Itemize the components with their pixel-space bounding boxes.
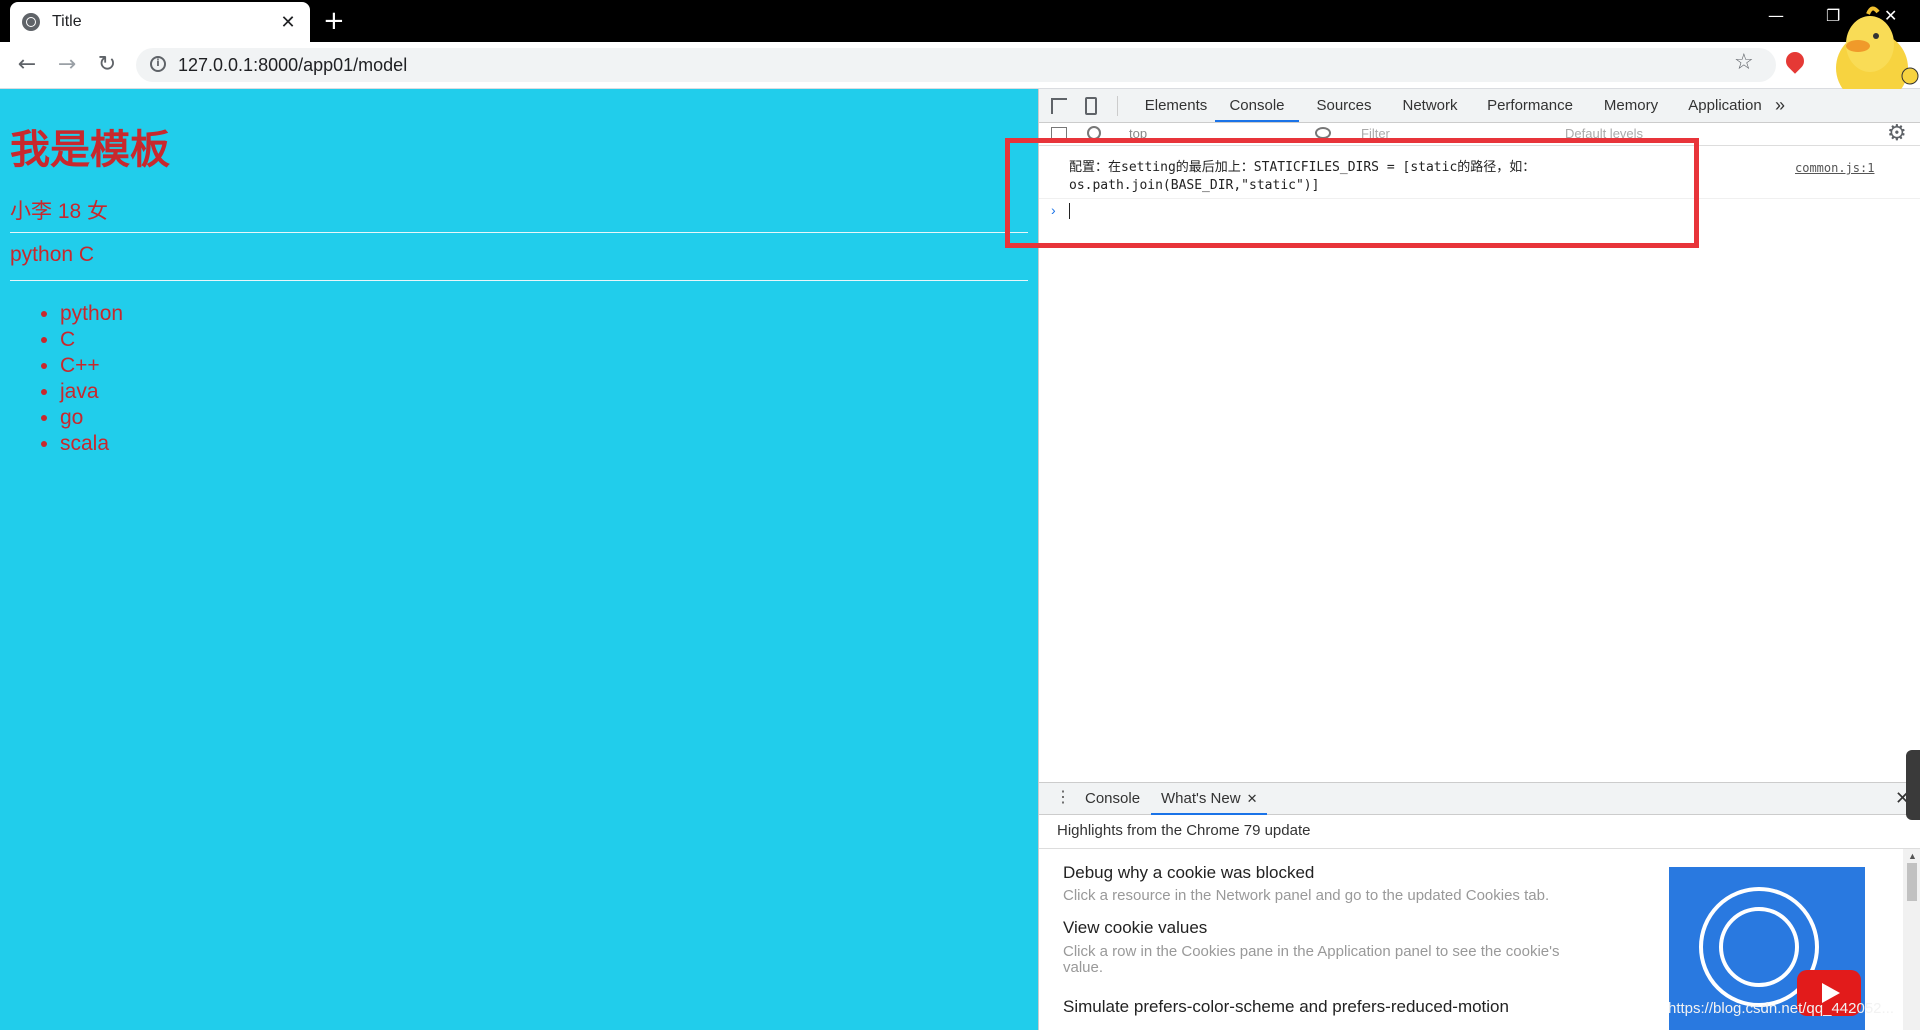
scrollbar[interactable]: ▲	[1903, 849, 1920, 1030]
bookmark-star-icon[interactable]: ☆	[1734, 50, 1754, 75]
tab-close-icon[interactable]: ✕	[278, 12, 298, 33]
watermark: https://blog.csdn.net/qq_442052...	[1668, 1000, 1895, 1017]
list-item: go	[60, 405, 123, 431]
tab-sources[interactable]: Sources	[1303, 89, 1385, 122]
tab-performance[interactable]: Performance	[1475, 89, 1585, 122]
separator	[1117, 96, 1118, 116]
info-icon[interactable]: i	[150, 56, 166, 72]
drawer-tabbar: ⋮ Console What's New ✕ ✕	[1039, 782, 1920, 815]
whats-new-item-title[interactable]: Debug why a cookie was blocked	[1063, 863, 1314, 883]
whats-new-item-desc: Click a resource in the Network panel an…	[1063, 887, 1550, 904]
address-bar[interactable]: i 127.0.0.1:8000/app01/model	[136, 48, 1776, 82]
globe-icon	[22, 13, 40, 31]
url-text[interactable]: 127.0.0.1:8000/app01/model	[178, 55, 407, 76]
whats-new-item-title[interactable]: View cookie values	[1063, 918, 1207, 938]
minimize-button[interactable]: —	[1768, 6, 1784, 25]
scrollbar-thumb[interactable]	[1907, 863, 1917, 901]
browser-toolbar: ← → ↻ i 127.0.0.1:8000/app01/model ☆	[0, 42, 1920, 89]
console-source-link[interactable]: common.js:1	[1795, 161, 1874, 175]
tab-elements[interactable]: Elements	[1135, 89, 1217, 122]
kebab-menu-icon[interactable]: ⋮	[1055, 790, 1071, 806]
highlight-box	[1005, 138, 1699, 248]
language-line: python C	[10, 243, 95, 266]
devtools-drawer: ⋮ Console What's New ✕ ✕ Highlights from …	[1039, 782, 1920, 1030]
whats-new-item-title[interactable]: Simulate prefers-color-scheme and prefer…	[1063, 997, 1509, 1017]
list-item: java	[60, 379, 123, 405]
divider	[1039, 848, 1920, 849]
divider	[10, 280, 1028, 281]
devtools-tabbar: Elements Console Sources Network Perform…	[1039, 89, 1920, 123]
tab-title: Title	[52, 13, 82, 30]
chrome-logo-ring	[1719, 907, 1799, 987]
tab-strip: Title ✕ + — ❐ ✕	[0, 0, 1920, 42]
list-item: C	[60, 327, 123, 353]
inspect-element-icon[interactable]	[1051, 98, 1067, 114]
tab-network[interactable]: Network	[1389, 89, 1471, 122]
divider	[10, 232, 1028, 233]
page-heading: 我是模板	[10, 128, 170, 172]
whats-new-subtitle: Highlights from the Chrome 79 update	[1057, 822, 1311, 839]
tab-application[interactable]: Application	[1675, 89, 1775, 122]
close-icon[interactable]: ✕	[1247, 791, 1258, 806]
person-info: 小李 18 女	[10, 200, 109, 223]
tab-memory[interactable]: Memory	[1589, 89, 1673, 122]
drawer-tab-label: What's New	[1161, 790, 1241, 807]
tab-console[interactable]: Console	[1215, 89, 1299, 122]
new-tab-button[interactable]: +	[323, 5, 345, 37]
list-item: python	[60, 301, 123, 327]
side-widget	[1906, 750, 1920, 820]
language-list: python C C++ java go scala	[34, 301, 123, 457]
more-tabs-icon[interactable]: »	[1775, 89, 1785, 122]
scroll-up-icon[interactable]: ▲	[1908, 851, 1917, 861]
device-toolbar-icon[interactable]	[1085, 97, 1097, 115]
whats-new-item-desc: Click a row in the Cookies pane in the A…	[1063, 943, 1560, 976]
drawer-tab-console[interactable]: Console	[1085, 783, 1140, 815]
page-content: 我是模板 小李 18 女 python C python C C++ java …	[0, 89, 1038, 1030]
extension-pin-icon[interactable]	[1782, 48, 1808, 74]
list-item: C++	[60, 353, 123, 379]
back-button[interactable]: ←	[12, 50, 42, 80]
browser-tab[interactable]: Title ✕	[10, 2, 310, 42]
gear-icon[interactable]: ⚙	[1887, 123, 1907, 145]
drawer-tab-whats-new[interactable]: What's New ✕	[1151, 783, 1268, 815]
reload-button[interactable]: ↻	[92, 50, 122, 80]
list-item: scala	[60, 431, 123, 457]
forward-button[interactable]: →	[52, 50, 82, 80]
